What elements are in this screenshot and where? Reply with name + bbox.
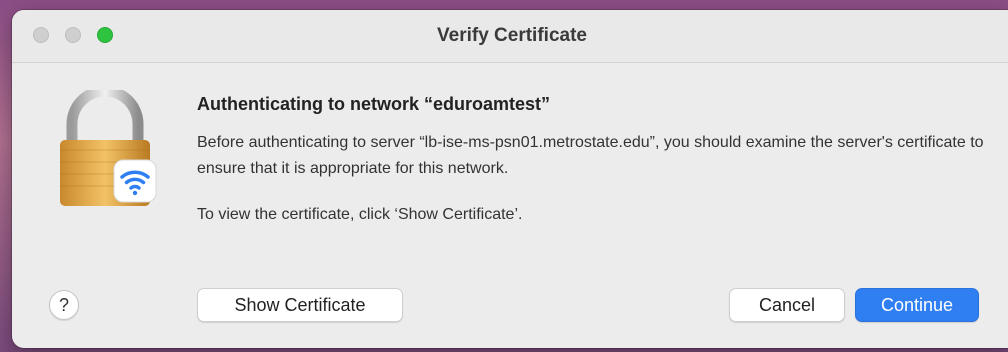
title-bar: Verify Certificate [12,10,1008,63]
padlock-icon [60,90,157,206]
continue-button[interactable]: Continue [855,288,979,322]
verify-certificate-dialog: Verify Certificate Authenticating to net… [12,10,1008,348]
dialog-instruction: To view the certificate, click ‘Show Cer… [197,206,523,223]
dialog-message: Before authenticating to server “lb-ise-… [197,134,984,177]
wifi-icon [113,159,157,203]
help-button[interactable]: ? [49,290,79,320]
cancel-button[interactable]: Cancel [729,288,845,322]
window-title: Verify Certificate [437,25,587,46]
dialog-heading: Authenticating to network “eduroamtest” [197,94,551,114]
show-certificate-button[interactable]: Show Certificate [197,288,403,322]
